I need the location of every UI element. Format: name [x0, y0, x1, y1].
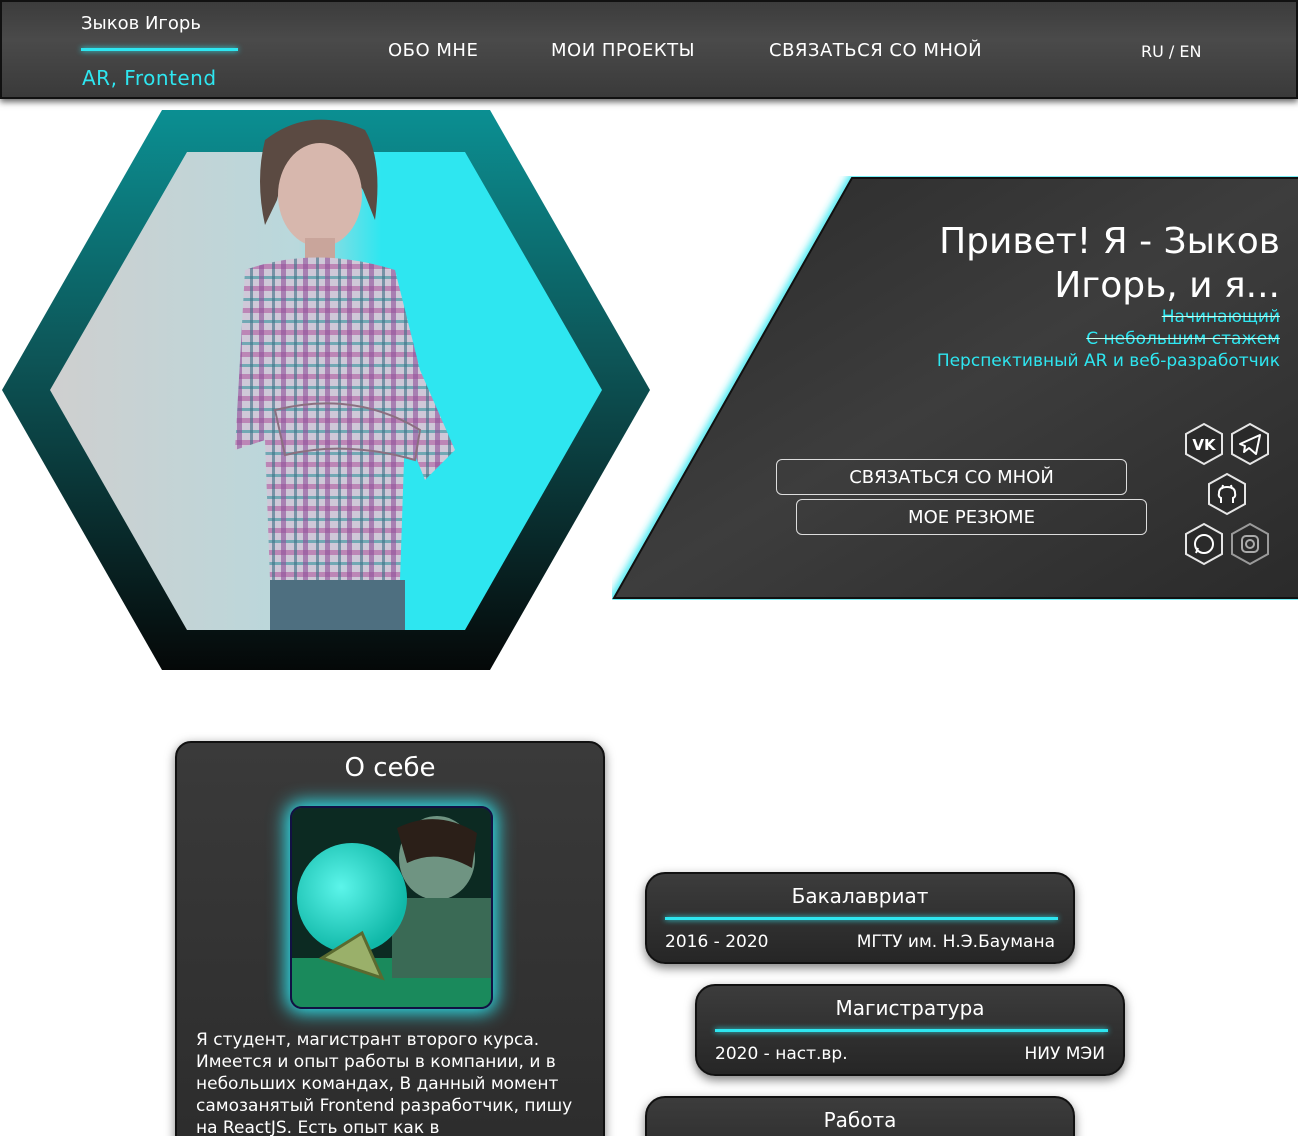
edu-divider	[715, 1029, 1108, 1032]
hero-tag-perspective: Перспективный AR и веб-разработчик	[936, 351, 1280, 371]
edu-years: 2016 - 2020	[665, 932, 769, 952]
about-photo	[290, 806, 493, 1009]
about-text: Я студент, магистрант второго курса. Име…	[196, 1030, 573, 1136]
brand-role: AR, Frontend	[82, 66, 217, 90]
hero-title-line1: Привет! Я - Зыков	[939, 221, 1280, 262]
hero-title-line2: Игорь, и я...	[1054, 265, 1280, 306]
edu-title: Магистратура	[835, 996, 985, 1020]
instagram-icon[interactable]	[1229, 522, 1271, 566]
edu-card-master: Магистратура 2020 - наст.вр. НИУ МЭИ	[695, 984, 1125, 1076]
edu-card-work: Работа	[645, 1096, 1075, 1136]
about-card: О себе Я студент, магистрант второго кур…	[175, 741, 605, 1136]
nav-projects[interactable]: МОИ ПРОЕКТЫ	[551, 40, 695, 61]
whatsapp-icon[interactable]	[1183, 522, 1225, 566]
brand-name[interactable]: Зыков Игорь	[81, 13, 201, 34]
edu-divider	[665, 917, 1058, 920]
nav-contact[interactable]: СВЯЗАТЬСЯ СО МНОЙ	[769, 40, 982, 61]
edu-years: 2020 - наст.вр.	[715, 1044, 848, 1064]
language-switch[interactable]: RU / EN	[1141, 42, 1201, 61]
github-icon[interactable]	[1206, 472, 1248, 516]
svg-text:VK: VK	[1192, 436, 1217, 454]
vk-icon[interactable]: VK	[1183, 422, 1225, 466]
hero-tag-beginner: Начинающий	[1161, 307, 1280, 327]
site-header: Зыков Игорь AR, Frontend ОБО МНЕ МОИ ПРО…	[0, 0, 1298, 99]
brand-divider	[81, 48, 238, 51]
edu-title: Бакалавриат	[791, 884, 929, 908]
nav-about[interactable]: ОБО МНЕ	[388, 40, 478, 61]
resume-button[interactable]: МОЕ РЕЗЮМЕ	[796, 499, 1147, 535]
telegram-icon[interactable]	[1229, 422, 1271, 466]
contact-me-button[interactable]: СВЯЗАТЬСЯ СО МНОЙ	[776, 459, 1127, 495]
edu-place: МГТУ им. Н.Э.Баумана	[856, 932, 1055, 952]
edu-card-bachelor: Бакалавриат 2016 - 2020 МГТУ им. Н.Э.Бау…	[645, 872, 1075, 964]
edu-place: НИУ МЭИ	[1024, 1044, 1105, 1064]
edu-title: Работа	[823, 1108, 897, 1132]
about-title: О себе	[344, 753, 436, 783]
portrait-photo	[235, 119, 455, 630]
hero-tag-experienced: С небольшим стажем	[1086, 329, 1280, 349]
